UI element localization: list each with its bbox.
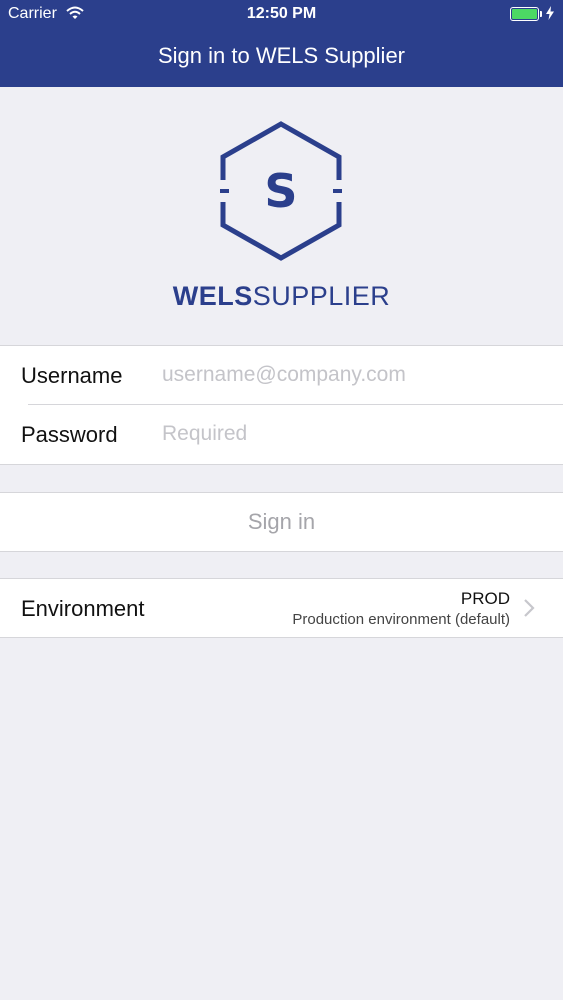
app-logo: S WELSSUPPLIER — [0, 110, 563, 320]
chevron-right-icon — [524, 599, 535, 617]
page-title: Sign in to WELS Supplier — [157, 43, 406, 68]
environment-value: PROD Production environment (default) — [292, 589, 510, 628]
hexagon-logo-icon: S — [218, 121, 344, 261]
username-row: Username — [0, 346, 563, 405]
username-label: Username — [21, 363, 123, 388]
environment-label: Environment — [21, 596, 145, 621]
charging-bolt-icon — [546, 6, 554, 25]
logo-mark-letter: S — [264, 164, 297, 218]
environment-code: PROD — [460, 589, 510, 608]
credentials-group: Username Password — [0, 345, 563, 465]
environment-row[interactable]: Environment PROD Production environment … — [0, 578, 563, 638]
environment-description: Production environment (default) — [292, 611, 510, 628]
password-label: Password — [21, 422, 118, 447]
password-row: Password — [0, 405, 563, 464]
brand-wordmark: WELSSUPPLIER — [0, 281, 563, 312]
sign-in-button[interactable]: Sign in — [0, 493, 563, 551]
battery-cap — [540, 11, 542, 17]
header: Carrier 12:50 PM Sign in to WELS Supplie… — [0, 0, 563, 87]
status-bar: Carrier 12:50 PM — [0, 0, 563, 30]
battery-icon — [510, 7, 539, 21]
password-input[interactable] — [162, 417, 542, 451]
brand-light-text: SUPPLIER — [252, 281, 391, 311]
brand-bold-text: WELS — [172, 281, 253, 311]
status-time: 12:50 PM — [246, 5, 317, 22]
username-input[interactable] — [162, 358, 542, 392]
signin-group: Sign in — [0, 492, 563, 552]
